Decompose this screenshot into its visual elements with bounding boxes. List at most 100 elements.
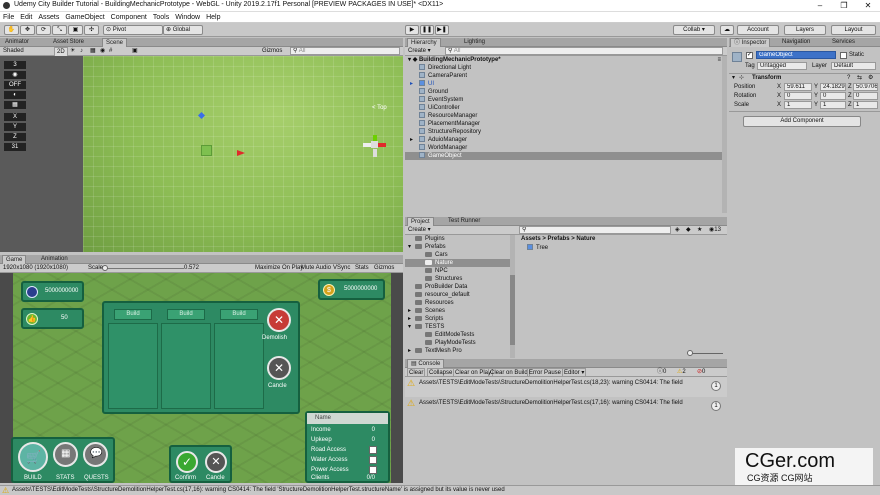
overlay-item[interactable]: OFF (4, 81, 26, 89)
tab-console[interactable]: ▤ Console (407, 359, 445, 368)
layer-dropdown[interactable]: Default (831, 62, 876, 70)
move-handle-x-icon[interactable] (237, 150, 245, 156)
layout-dropdown[interactable]: Layout (831, 25, 876, 35)
hierarchy-create-button[interactable]: Create ▾ (408, 47, 431, 55)
filter-type-icon[interactable]: ◈ (675, 226, 680, 234)
scale-slider-handle[interactable] (102, 265, 108, 271)
static-checkbox[interactable] (840, 52, 847, 59)
folder-item-selected[interactable]: Nature (405, 259, 515, 267)
scale-slider[interactable] (104, 268, 184, 269)
tab-navigation[interactable]: Navigation (779, 38, 813, 47)
play-button[interactable]: ▶ (405, 25, 419, 35)
rotation-y-input[interactable]: 0 (820, 92, 846, 100)
build-button-2[interactable]: Build (167, 309, 205, 320)
hierarchy-item[interactable]: PlacementManager (405, 120, 727, 128)
breadcrumb-item[interactable]: Nature (576, 236, 595, 242)
demolish-button[interactable]: ✕ (267, 308, 291, 332)
game-view[interactable]: 5000000000 👍 50 $ 5000000000 Build Build… (0, 273, 403, 483)
mute-audio-toggle[interactable]: Mute Audio (301, 264, 331, 272)
hierarchy-item[interactable]: Directional Light (405, 64, 727, 72)
menu-window[interactable]: Window (172, 12, 203, 23)
tab-animation[interactable]: Animation (38, 255, 71, 264)
overlay-axis-z[interactable]: Z (4, 133, 26, 141)
folder-item[interactable]: Plugins (415, 235, 445, 243)
hierarchy-item[interactable]: EventSystem (405, 96, 727, 104)
folder-item[interactable]: ▸ TextMesh Pro (408, 347, 462, 355)
overlay-visibility-icon[interactable]: ◐ (4, 91, 26, 99)
folder-item[interactable]: PlayModeTests (425, 339, 476, 347)
overlay-eye-icon[interactable]: ◉ (4, 71, 26, 79)
transform-tool-icon[interactable]: ✣ (84, 25, 99, 35)
menu-gameobject[interactable]: GameObject (62, 12, 107, 23)
folder-item[interactable]: ▸ Scenes (408, 307, 445, 315)
menu-edit[interactable]: Edit (17, 12, 35, 23)
scene-persp-label[interactable]: < Top (372, 104, 387, 112)
icon-size-slider[interactable] (689, 353, 723, 354)
water-access-checkbox[interactable] (369, 456, 377, 464)
grid-toggle-icon[interactable]: # (109, 47, 112, 55)
quests-menu-button[interactable]: 💬 (83, 442, 108, 467)
move-tool-icon[interactable]: ✥ (20, 25, 35, 35)
active-checkbox[interactable]: ✓ (746, 52, 753, 59)
hand-tool-icon[interactable]: ✋ (4, 25, 19, 35)
vsync-toggle[interactable]: VSync (333, 264, 350, 272)
scrollbar-thumb[interactable] (510, 275, 515, 345)
lighting-icon[interactable]: ☀ (70, 47, 75, 55)
hierarchy-item[interactable]: ▸ UI (405, 80, 727, 88)
filter-label-icon[interactable]: ◆ (686, 226, 691, 234)
rotation-x-input[interactable]: 0 (784, 92, 812, 100)
folder-item[interactable]: ▸ Scripts (408, 315, 443, 323)
build-button-1[interactable]: Build (114, 309, 152, 320)
folder-item[interactable]: Structures (425, 275, 462, 283)
hierarchy-item[interactable]: Ground (405, 88, 727, 96)
scale-tool-icon[interactable]: ⤡ (52, 25, 67, 35)
breadcrumb-item[interactable]: Prefabs (548, 236, 570, 242)
error-count[interactable]: ⊘0 (697, 368, 705, 376)
position-z-input[interactable]: 50.9706 (853, 83, 878, 91)
build-menu-button[interactable]: 🛒 (18, 442, 48, 472)
folder-tree-scrollbar[interactable] (510, 235, 515, 358)
confirm-button[interactable]: ✓ (176, 451, 198, 473)
object-name-input[interactable]: GameObject (756, 51, 836, 59)
collab-button[interactable]: Collab ▾ (673, 25, 715, 35)
hierarchy-search-input[interactable]: ⚲ All (445, 47, 723, 55)
hierarchy-item-selected[interactable]: GameObject (405, 152, 727, 160)
tab-asset-store[interactable]: Asset Store (50, 38, 87, 47)
scene-orientation-gizmo[interactable] (363, 132, 393, 162)
folder-item[interactable]: ▾ TESTS (408, 323, 444, 331)
position-y-input[interactable]: 24.1829 (820, 83, 846, 91)
folder-item[interactable]: ProBuilder Data (415, 283, 467, 291)
maximize-icon[interactable]: ❐ (838, 0, 850, 11)
asset-item[interactable]: Tree (527, 244, 548, 252)
selected-object-gizmo[interactable] (201, 145, 212, 156)
warning-count[interactable]: ⚠2 (677, 368, 686, 376)
shading-dropdown[interactable]: Shaded (3, 47, 24, 55)
tab-inspector[interactable]: ⓘ Inspector (730, 38, 771, 47)
folder-item[interactable]: ▾ Prefabs (408, 243, 446, 251)
overlay-item[interactable]: 3 (4, 61, 26, 69)
folder-item[interactable]: resource_default (415, 291, 470, 299)
overlay-axis-y[interactable]: Y (4, 123, 26, 131)
build-button-3[interactable]: Build (220, 309, 258, 320)
icon-size-slider-handle[interactable] (687, 350, 693, 356)
effects-icon[interactable]: ▦ (90, 47, 96, 55)
scale-x-input[interactable]: 1 (784, 101, 812, 109)
hierarchy-item[interactable]: UiController (405, 104, 727, 112)
favorite-icon[interactable]: ★ (697, 226, 702, 234)
audio-icon[interactable]: ♪ (80, 47, 83, 55)
tab-project[interactable]: Project (407, 217, 434, 226)
tag-dropdown[interactable]: Untagged (757, 62, 807, 70)
console-entry[interactable]: ⚠ Assets\TESTS\EditModeTests\StructureDe… (405, 397, 727, 417)
pivot-toggle[interactable]: ⊙ Pivot (103, 25, 163, 35)
hierarchy-item[interactable]: CameraParent (405, 72, 727, 80)
rotation-z-input[interactable]: 0 (853, 92, 878, 100)
hierarchy-item[interactable]: ResourceManager (405, 112, 727, 120)
confirm-cancel-button[interactable]: ✕ (205, 451, 227, 473)
scale-z-input[interactable]: 1 (853, 101, 878, 109)
project-search-input[interactable]: ⚲ (519, 226, 671, 234)
road-access-checkbox[interactable] (369, 446, 377, 454)
console-entry[interactable]: ⚠ Assets\TESTS\EditModeTests\StructureDe… (405, 377, 727, 397)
hierarchy-item[interactable]: StructureRepository (405, 128, 727, 136)
scene-view[interactable]: < Top 3 ◉ OFF ◐ ▦ X Y Z 31 (0, 56, 403, 252)
tab-scene[interactable]: Scene (102, 38, 128, 47)
